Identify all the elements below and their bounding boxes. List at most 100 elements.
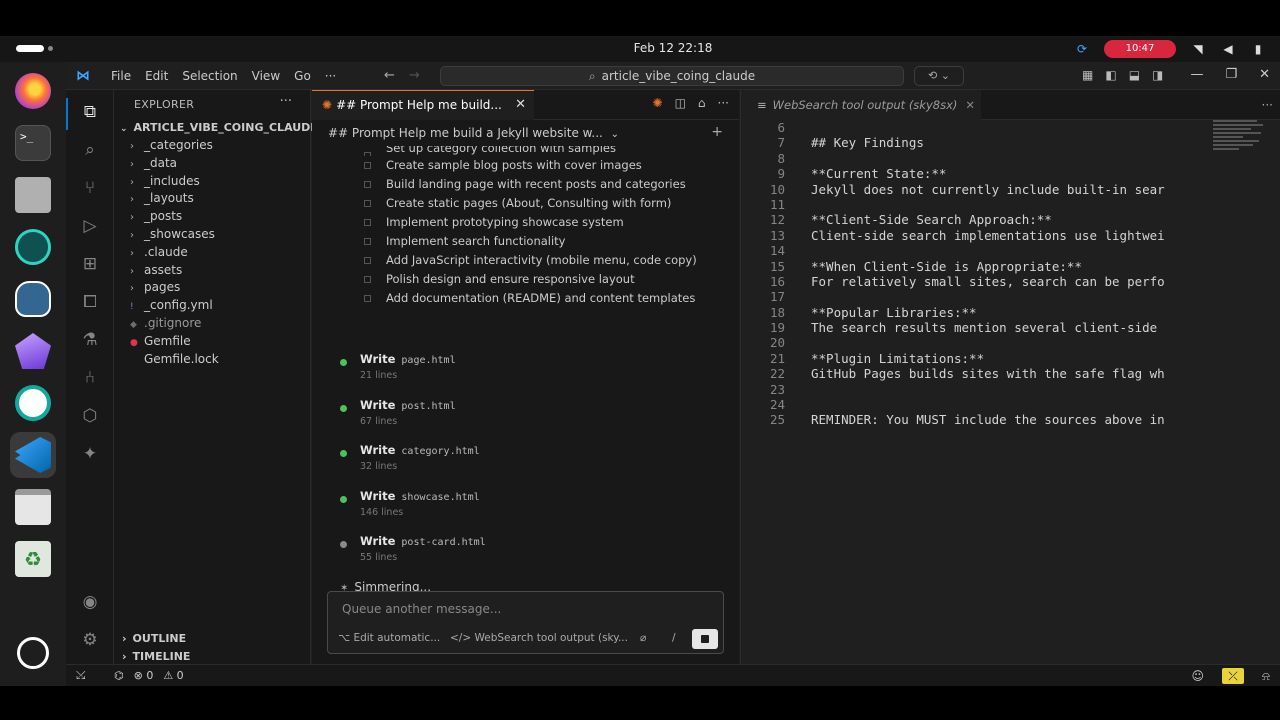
code-line[interactable]: 24 <box>741 397 1211 412</box>
code-line[interactable]: 17 <box>741 289 1211 304</box>
gear-icon[interactable]: ⚙ <box>78 628 102 652</box>
forward-arrow-icon[interactable]: → <box>409 68 420 83</box>
workspace-root-folder[interactable]: ⌄ ARTICLE_VIBE_COING_CLAUDE <box>120 121 318 134</box>
close-icon[interactable]: ✕ <box>515 91 526 119</box>
gitkraken-launcher[interactable] <box>10 224 56 270</box>
menu-edit[interactable]: Edit <box>138 68 175 84</box>
show-apps-button[interactable] <box>10 630 56 676</box>
tool-file[interactable]: showcase.html <box>401 492 479 503</box>
firefox-launcher[interactable] <box>10 68 56 114</box>
code-line[interactable]: 22 GitHub Pages builds sites with the saf… <box>741 366 1211 381</box>
code-line[interactable]: 19 The search results mention several cli… <box>741 320 1211 335</box>
tree-item-gitignore[interactable]: ◆ .gitignore <box>114 315 311 333</box>
code-area[interactable]: 6 7 ## Key Findings 8 9 **Current State:** 10 J… <box>741 120 1211 664</box>
toggle-panel-icon[interactable]: ⬓ <box>1129 68 1140 82</box>
containers-icon[interactable]: ⬡ <box>78 404 102 428</box>
tool-file[interactable]: post.html <box>401 401 455 412</box>
code-line[interactable]: 7 ## Key Findings <box>741 135 1211 150</box>
problems-errors[interactable]: ⊗ 0 <box>134 669 154 682</box>
code-line[interactable]: 15 **When Client-Side is Appropriate:** <box>741 259 1211 274</box>
explorer-more-button[interactable]: ··· <box>280 94 292 109</box>
more-actions-icon[interactable]: ··· <box>1262 98 1273 112</box>
menu-go[interactable]: Go <box>287 68 318 84</box>
source-control-icon[interactable]: ⑂ <box>78 176 102 200</box>
code-line[interactable]: 25 REMINDER: You MUST include the sources… <box>741 412 1211 427</box>
tree-item-config[interactable]: ! _config.yml <box>114 297 311 315</box>
maximize-icon[interactable]: ❐ <box>1225 67 1237 82</box>
tool-call-item[interactable]: Write category.html 32 lines <box>340 443 720 489</box>
app-launcher[interactable] <box>10 484 56 530</box>
toggle-secondary-sidebar-icon[interactable]: ◨ <box>1152 68 1163 82</box>
tool-file[interactable]: page.html <box>401 355 455 366</box>
postgres-launcher[interactable] <box>10 276 56 322</box>
menu-view[interactable]: View <box>245 68 287 84</box>
code-line[interactable]: 10 Jekyll does not currently include buil… <box>741 182 1211 197</box>
menu-selection[interactable]: Selection <box>175 68 244 84</box>
toggle-primary-sidebar-icon[interactable]: ◧ <box>1105 68 1116 82</box>
back-arrow-icon[interactable]: ← <box>384 68 395 83</box>
run-debug-icon[interactable]: ▷ <box>78 214 102 238</box>
claude-spark-icon[interactable]: ✺ <box>653 96 663 110</box>
explorer-icon[interactable]: ⧉ <box>78 100 102 124</box>
chat-input-box[interactable]: Queue another message... ⌥ Edit automati… <box>327 591 724 654</box>
testing-icon[interactable]: ⚗ <box>78 328 102 352</box>
timeline-section[interactable]: › TIMELINE <box>122 650 190 663</box>
code-line[interactable]: 14 <box>741 243 1211 258</box>
code-line[interactable]: 11 <box>741 197 1211 212</box>
close-window-icon[interactable]: ✕ <box>1259 67 1270 82</box>
sync-app-launcher[interactable] <box>10 380 56 426</box>
screen-record-badge[interactable]: 10:47 <box>1104 40 1176 58</box>
code-line[interactable]: 21 **Plugin Limitations:** <box>741 351 1211 366</box>
tool-call-item[interactable]: Write showcase.html 146 lines <box>340 489 720 535</box>
tool-file[interactable]: post-card.html <box>401 537 485 548</box>
copilot-menu-button[interactable]: ⟲ ⌄ <box>914 66 964 86</box>
close-icon[interactable]: ✕ <box>965 98 975 112</box>
chat-input-placeholder[interactable]: Queue another message... <box>342 602 501 616</box>
volume-icon[interactable]: ◀ <box>1220 41 1236 57</box>
code-line[interactable]: 16 For relatively small sites, search can… <box>741 274 1211 289</box>
tree-item-gemfile[interactable]: ● Gemfile <box>114 333 311 351</box>
chat-tab[interactable]: ✺ ## Prompt Help me build... ✕ <box>312 90 534 120</box>
tool-call-item[interactable]: Write post-card.html 55 lines <box>340 534 720 580</box>
remote-indicator-icon[interactable]: ⤩ <box>76 668 86 683</box>
slash-command-button[interactable]: / <box>672 632 676 644</box>
vscode-launcher[interactable] <box>10 432 56 478</box>
tree-item-gemfile-lock[interactable]: Gemfile.lock <box>114 351 311 369</box>
live-share-icon[interactable]: ⌬ <box>114 669 124 682</box>
command-center[interactable]: ⌕ article_vibe_coing_claude <box>440 66 904 86</box>
edit-mode-button[interactable]: ⌥ Edit automatic... <box>338 632 440 644</box>
problems-warnings[interactable]: ⚠ 0 <box>163 669 183 682</box>
tree-item-posts[interactable]: › _posts <box>114 208 311 226</box>
obsidian-launcher[interactable] <box>10 328 56 374</box>
code-line[interactable]: 8 <box>741 151 1211 166</box>
conversation-selector[interactable]: ## Prompt Help me build a Jekyll website… <box>328 126 619 140</box>
tree-item-categories[interactable]: › _categories <box>114 137 311 155</box>
tree-item-assets[interactable]: › assets <box>114 262 311 280</box>
customize-layout-icon[interactable]: ▦ <box>1082 68 1093 82</box>
copilot-icon[interactable]: ☺ <box>1192 669 1205 683</box>
tool-call-item[interactable]: Write post.html 67 lines <box>340 398 720 444</box>
code-line[interactable]: 13 Client-side search implementations use… <box>741 228 1211 243</box>
git-graph-icon[interactable]: ⑃ <box>78 366 102 390</box>
tool-file[interactable]: category.html <box>401 446 479 457</box>
no-sync-icon[interactable]: ⤫ <box>1222 668 1245 684</box>
outline-section[interactable]: › OUTLINE <box>122 632 186 645</box>
minimize-icon[interactable]: — <box>1190 67 1203 82</box>
tree-item-claude[interactable]: › .claude <box>114 244 311 262</box>
spark-icon[interactable]: ✦ <box>78 442 102 466</box>
editor-tab-websearch[interactable]: ≡ WebSearch tool output (sky8sx) ✕ <box>741 90 981 120</box>
trash-launcher[interactable]: ♻ <box>10 536 56 582</box>
code-line[interactable]: 18 **Popular Libraries:** <box>741 305 1211 320</box>
refresh-icon[interactable]: ⟳ <box>1074 41 1090 57</box>
search-icon[interactable]: ⌕ <box>78 138 102 162</box>
tool-call-item[interactable]: Write page.html 21 lines <box>340 352 720 398</box>
menu-more[interactable]: ··· <box>318 68 343 84</box>
tree-item-showcases[interactable]: › _showcases <box>114 226 311 244</box>
code-line[interactable]: 20 <box>741 335 1211 350</box>
stop-button[interactable] <box>692 629 718 649</box>
extensions-icon[interactable]: ⊞ <box>78 252 102 276</box>
more-actions-icon[interactable]: ··· <box>718 96 729 110</box>
code-line[interactable]: 6 <box>741 120 1211 135</box>
wifi-icon[interactable]: ◥ <box>1190 41 1206 57</box>
tree-item-data[interactable]: › _data <box>114 155 311 173</box>
